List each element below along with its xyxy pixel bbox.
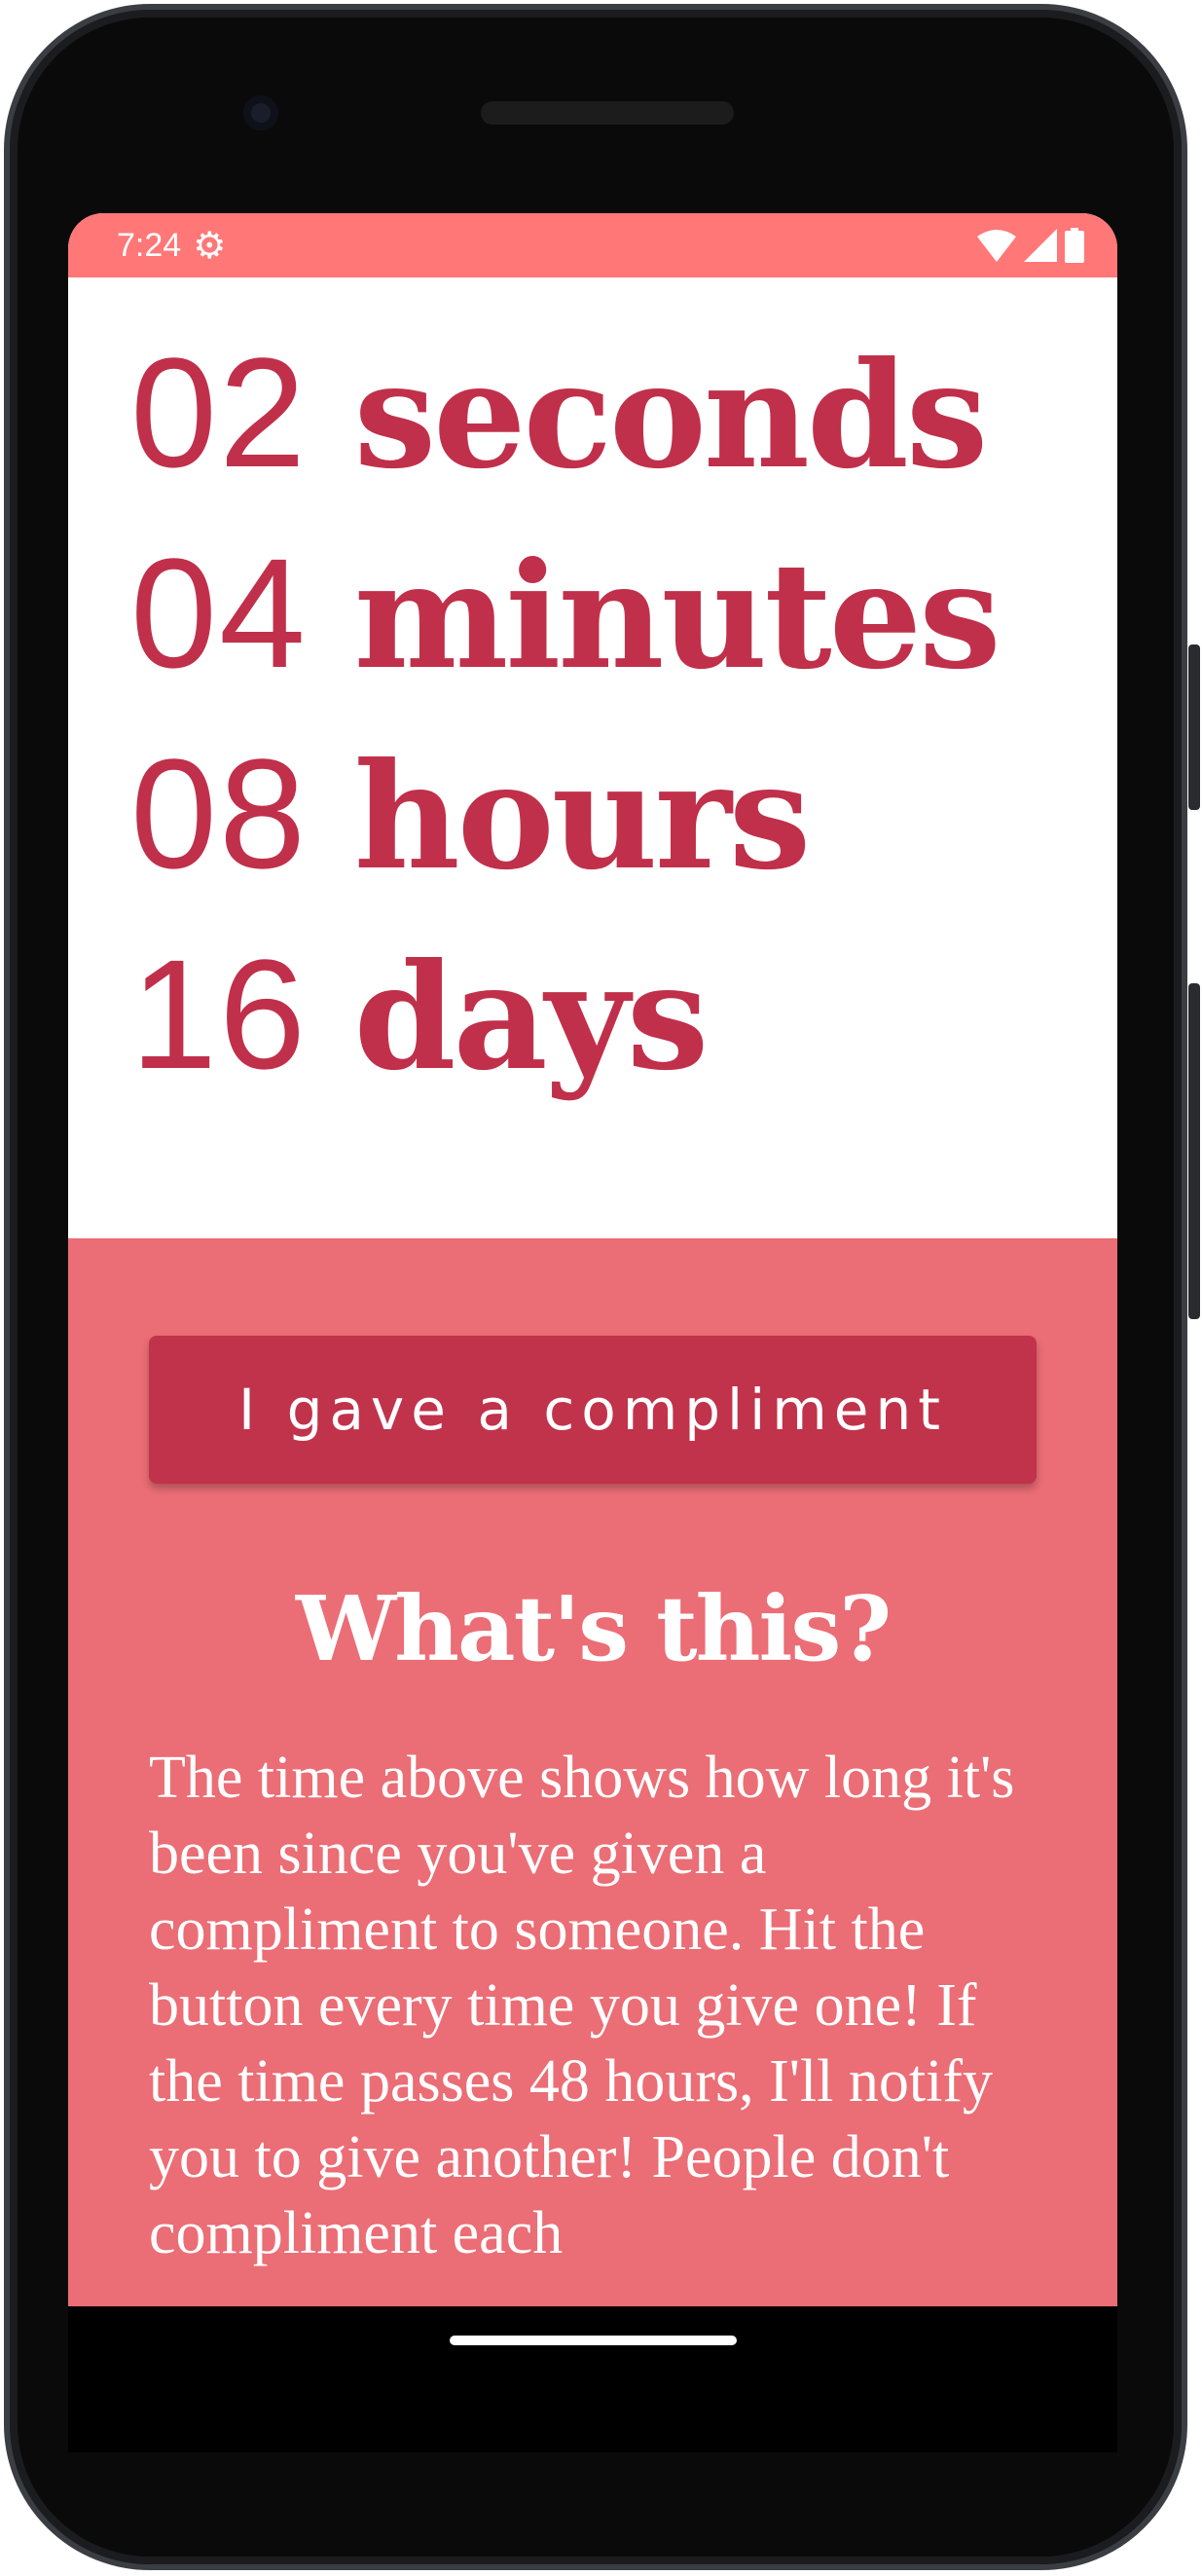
timer-hours: 08 hours (130, 716, 1117, 916)
signal-icon (1024, 229, 1057, 262)
info-heading: What's this? (295, 1576, 892, 1681)
battery-icon (1065, 228, 1084, 263)
timer-value: 16 (130, 927, 308, 1101)
wifi-icon (977, 230, 1016, 262)
app-screen: 7:24 ⚙ 02 seconds 04 minutes 08 hours 16… (68, 213, 1117, 2306)
timer-unit: minutes (353, 531, 1002, 702)
gear-icon: ⚙ (193, 224, 227, 267)
timer-days: 16 days (130, 916, 1117, 1117)
info-panel: I gave a compliment What's this? The tim… (68, 1238, 1117, 2306)
power-button (1188, 983, 1200, 1319)
timer-minutes: 04 minutes (130, 515, 1117, 716)
navigation-bar (68, 2306, 1117, 2452)
home-gesture-handle[interactable] (450, 2336, 737, 2345)
timer-value: 08 (130, 726, 308, 901)
status-bar: 7:24 ⚙ (68, 213, 1117, 277)
earpiece-speaker (481, 101, 734, 125)
timer-seconds: 02 seconds (130, 314, 1117, 515)
timer-unit: seconds (353, 330, 989, 501)
status-time: 7:24 (117, 226, 182, 264)
timer-value: 04 (130, 526, 308, 700)
timer-unit: hours (353, 731, 812, 902)
gave-compliment-button[interactable]: I gave a compliment (149, 1336, 1037, 1484)
timer-value: 02 (130, 325, 308, 499)
elapsed-timer: 02 seconds 04 minutes 08 hours 16 days (68, 277, 1117, 1238)
volume-button (1188, 644, 1200, 810)
info-body: The time above shows how long it's been … (149, 1745, 1015, 2266)
timer-unit: days (353, 932, 710, 1103)
front-camera (243, 95, 278, 130)
